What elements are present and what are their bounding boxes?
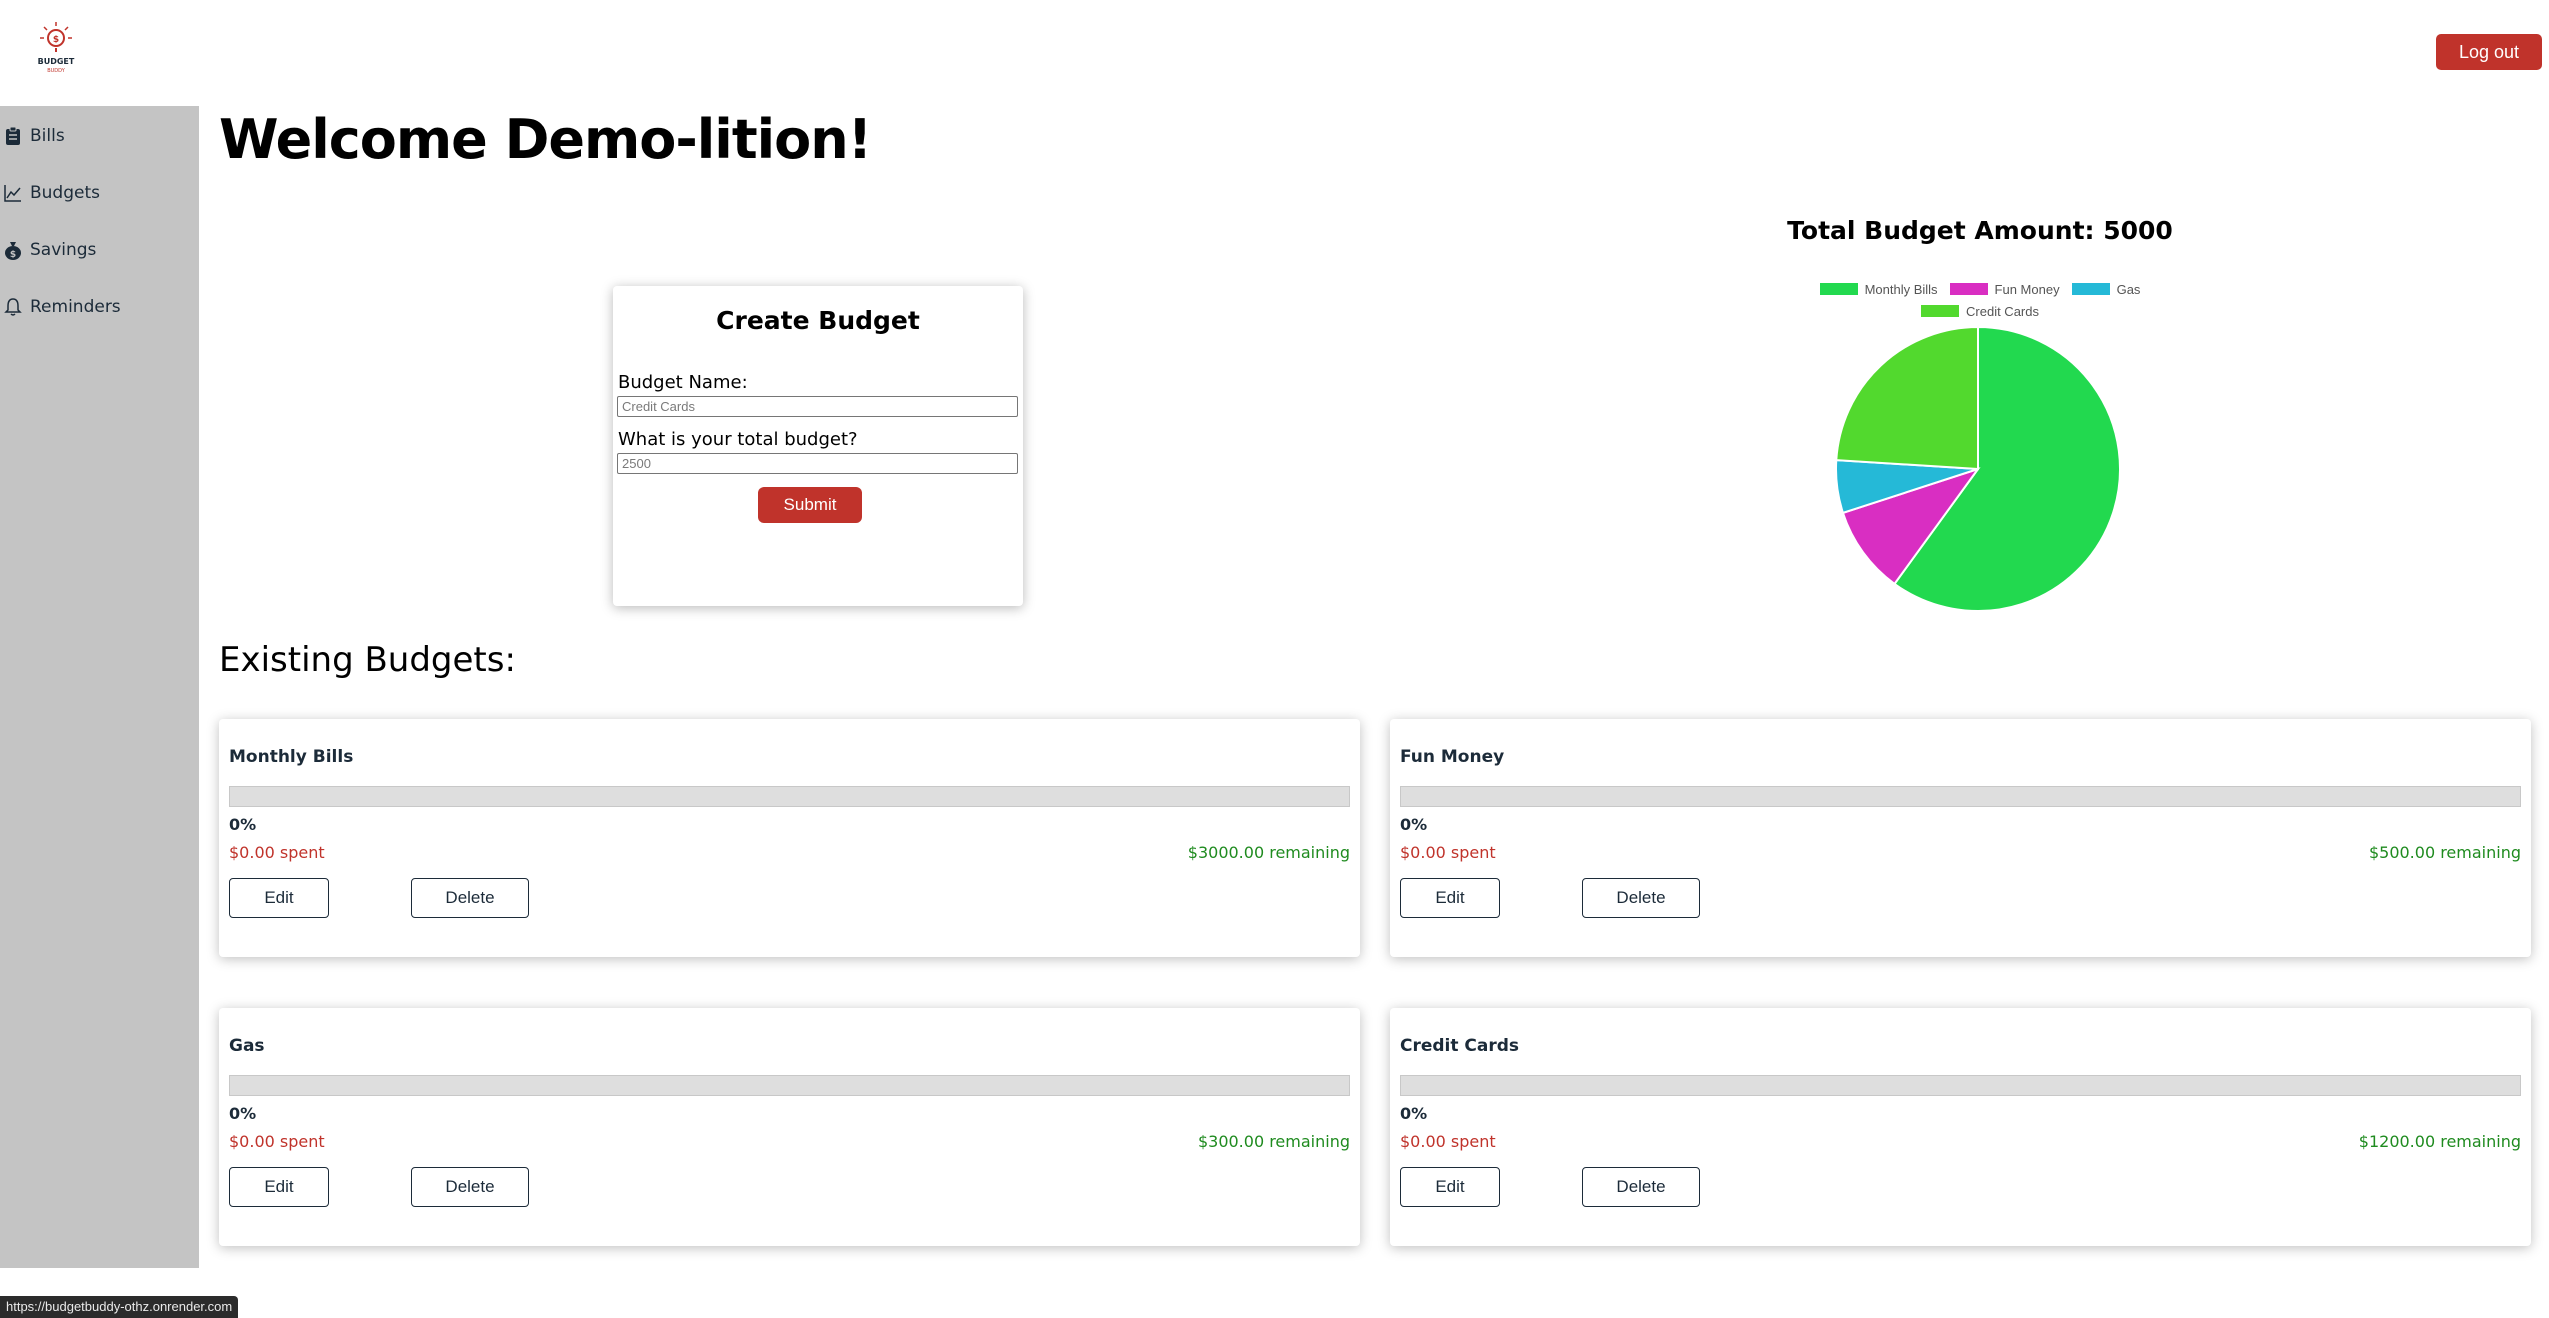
budget-name: Credit Cards [1400, 1036, 1520, 1056]
sidebar-item-label: Budgets [30, 183, 101, 203]
chart-title: Total Budget Amount: 5000 [1787, 216, 2173, 245]
legend-swatch [1921, 305, 1960, 317]
budget-spent: $0.00 spent [1400, 1132, 1496, 1151]
budget-name: Monthly Bills [229, 747, 354, 767]
budget-spent: $0.00 spent [229, 843, 325, 862]
submit-button[interactable]: Submit [758, 487, 862, 523]
budget-progress-bar [229, 1075, 1350, 1096]
sidebar-item-label: Savings [30, 240, 97, 260]
edit-button[interactable]: Edit [229, 878, 329, 918]
budget-remaining: $1200.00 remaining [2358, 1132, 2521, 1151]
budget-name: Gas [229, 1036, 265, 1056]
delete-button[interactable]: Delete [1582, 1167, 1700, 1207]
budget-buddy-logo[interactable]: $ BUDGET BUDDY [32, 18, 80, 74]
pie-slice-credit-cards[interactable] [1835, 325, 1979, 471]
budget-card-fun-money: Fun Money 0% $0.00 spent $500.00 remaini… [1390, 719, 2531, 957]
legend-label: Monthly Bills [1864, 281, 1938, 297]
delete-button[interactable]: Delete [1582, 878, 1700, 918]
budget-progress-bar [229, 786, 1350, 807]
legend-item[interactable]: Gas [2071, 281, 2141, 297]
budget-percent: 0% [1400, 815, 1428, 834]
edit-button[interactable]: Edit [229, 1167, 329, 1207]
budget-remaining: $500.00 remaining [2368, 843, 2521, 862]
legend-swatch [1819, 283, 1858, 295]
line-chart-icon [4, 185, 21, 202]
budget-card-gas: Gas 0% $0.00 spent $300.00 remaining Edi… [219, 1008, 1360, 1246]
budget-card-monthly-bills: Monthly Bills 0% $0.00 spent $3000.00 re… [219, 719, 1360, 957]
create-budget-form: Create Budget Budget Name: What is your … [613, 286, 1023, 606]
sidebar-item-reminders[interactable]: Reminders [4, 291, 121, 323]
budget-pie-chart [1835, 325, 2121, 612]
clipboard-icon [6, 126, 20, 145]
budget-name-label: Budget Name: [618, 372, 748, 393]
chart-legend: Monthly Bills Fun Money Gas Credit Cards [1700, 278, 2260, 322]
budget-percent: 0% [229, 1104, 257, 1123]
bell-icon [4, 298, 22, 316]
svg-text:$: $ [10, 250, 16, 260]
svg-text:BUDDY: BUDDY [47, 68, 66, 74]
budget-card-credit-cards: Credit Cards 0% $0.00 spent $1200.00 rem… [1390, 1008, 2531, 1246]
logo-text: BUDGET [38, 57, 75, 66]
budget-name: Fun Money [1400, 747, 1505, 767]
legend-item[interactable]: Monthly Bills [1819, 281, 1938, 297]
sidebar-item-budgets[interactable]: Budgets [4, 177, 100, 209]
svg-text:$: $ [53, 35, 59, 45]
sidebar-item-bills[interactable]: Bills [4, 120, 65, 152]
legend-item[interactable]: Fun Money [1949, 281, 2060, 297]
delete-button[interactable]: Delete [411, 878, 529, 918]
legend-row: Credit Cards [1700, 300, 2260, 322]
delete-button[interactable]: Delete [411, 1167, 529, 1207]
sidebar-item-label: Bills [30, 126, 65, 146]
legend-item[interactable]: Credit Cards [1921, 304, 2039, 319]
legend-label: Credit Cards [1966, 303, 2039, 319]
sidebar: Bills Budgets $ Savings Reminders [0, 106, 199, 1268]
create-budget-title: Create Budget [716, 306, 920, 335]
logout-button[interactable]: Log out [2436, 34, 2542, 70]
total-budget-input[interactable] [617, 453, 1018, 474]
existing-budgets-heading: Existing Budgets: [219, 640, 516, 680]
money-bag-icon: $ [5, 242, 21, 260]
budget-spent: $0.00 spent [229, 1132, 325, 1151]
budget-spent: $0.00 spent [1400, 843, 1496, 862]
legend-swatch [2071, 283, 2110, 295]
budget-progress-bar [1400, 1075, 2521, 1096]
budget-percent: 0% [1400, 1104, 1428, 1123]
top-bar: $ BUDGET BUDDY Log out [0, 0, 2549, 106]
sidebar-item-label: Reminders [30, 297, 121, 317]
budget-percent: 0% [229, 815, 257, 834]
legend-label: Fun Money [1994, 281, 2060, 297]
status-bar-url: https://budgetbuddy-othz.onrender.com [0, 1296, 239, 1318]
total-budget-label: What is your total budget? [618, 429, 858, 450]
legend-swatch [1949, 283, 1988, 295]
budget-progress-bar [1400, 786, 2521, 807]
legend-label: Gas [2116, 281, 2141, 297]
edit-button[interactable]: Edit [1400, 1167, 1500, 1207]
budget-name-input[interactable] [617, 396, 1018, 417]
legend-row: Monthly Bills Fun Money Gas [1700, 278, 2260, 300]
page-title: Welcome Demo-lition! [219, 108, 872, 171]
budget-remaining: $3000.00 remaining [1187, 843, 1350, 862]
edit-button[interactable]: Edit [1400, 878, 1500, 918]
budget-remaining: $300.00 remaining [1197, 1132, 1350, 1151]
sidebar-item-savings[interactable]: $ Savings [4, 234, 96, 266]
